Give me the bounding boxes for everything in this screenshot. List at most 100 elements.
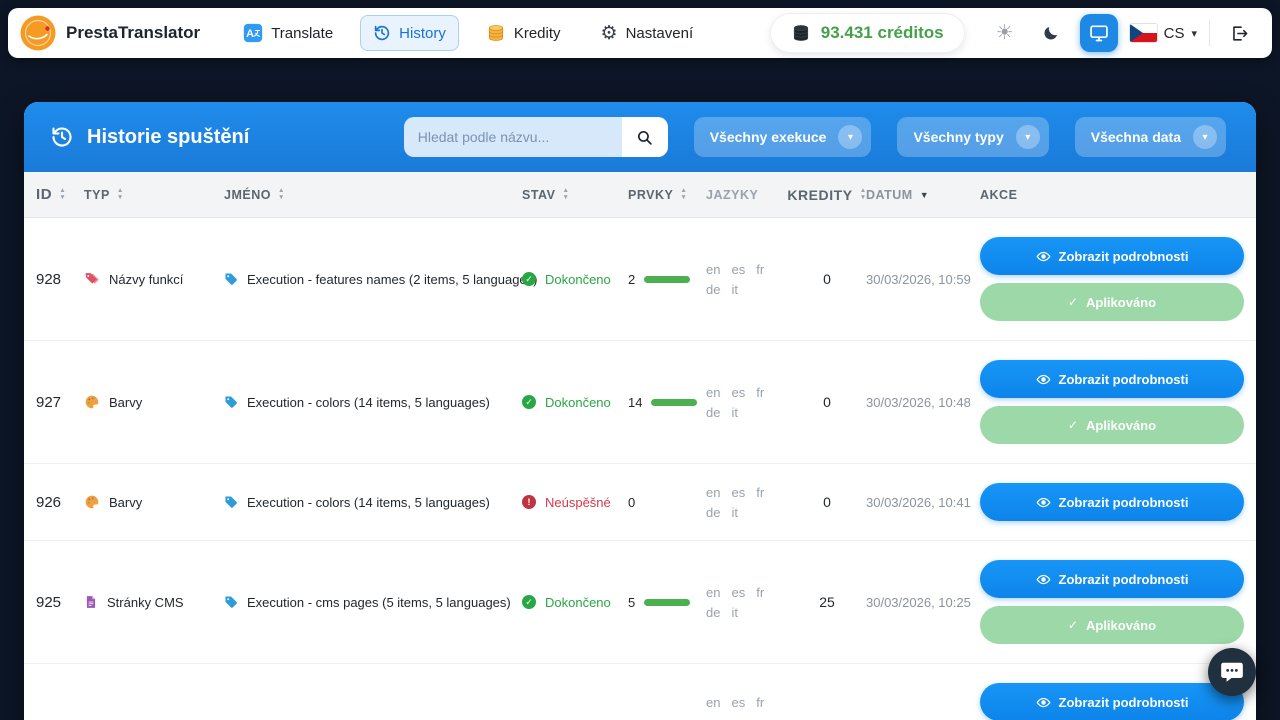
run-id: 926 — [36, 494, 84, 511]
view-details-label: Zobrazit podrobnosti — [1059, 249, 1189, 264]
translate-icon: A — [243, 23, 263, 43]
language-code: it — [731, 282, 738, 297]
column-header-name[interactable]: JMÉNO▲▼ — [224, 188, 522, 202]
filter-label: Všechny exekuce — [710, 129, 827, 145]
chat-icon — [1219, 659, 1245, 685]
divider — [1209, 20, 1210, 46]
applied-button[interactable]: ✓ Aplikováno — [980, 406, 1244, 444]
language-code: es — [731, 695, 745, 710]
chevron-down-icon: ▾ — [1016, 125, 1040, 149]
applied-button[interactable]: ✓ Aplikováno — [980, 606, 1244, 644]
filter-label: Všechna data — [1091, 129, 1181, 145]
column-header-date[interactable]: DATUM▼ — [866, 188, 980, 202]
column-header-actions: AKCE — [980, 188, 1244, 202]
filter-dates[interactable]: Všechna data ▾ — [1075, 117, 1226, 157]
filter-types[interactable]: Všechny typy ▾ — [897, 117, 1048, 157]
run-status: ✓ Dokončeno — [522, 272, 628, 287]
filter-executions[interactable]: Všechny exekuce ▾ — [694, 117, 872, 157]
language-code: en — [706, 585, 720, 600]
column-header-items[interactable]: PRVKY ▲▼ — [628, 188, 706, 202]
items-count: 2 — [628, 272, 706, 287]
run-date: 30/03/2026, 10:48 — [866, 395, 980, 410]
column-label: STAV — [522, 188, 555, 202]
items-count: 0 — [628, 495, 706, 510]
column-label: TYP — [84, 188, 110, 202]
history-icon — [373, 24, 391, 42]
language-code: it — [731, 505, 738, 520]
type-label: Barvy — [109, 495, 142, 510]
status-icon: ! — [522, 495, 536, 509]
run-name: Execution - colors (14 items, 5 language… — [224, 395, 522, 410]
credits-badge[interactable]: 93.431 créditos — [771, 14, 964, 52]
search-icon — [636, 129, 653, 146]
view-details-button[interactable]: Zobrazit podrobnosti — [980, 683, 1244, 720]
history-icon — [50, 125, 74, 149]
nav-item-kredity[interactable]: Kredity — [473, 14, 574, 52]
theme-light-button[interactable]: ☀ — [988, 16, 1022, 50]
column-label: DATUM — [866, 188, 913, 202]
language-code: es — [731, 585, 745, 600]
panel-title: Historie spuštění — [50, 125, 249, 149]
credits-used: 0 — [788, 394, 866, 410]
run-type: Barvy — [84, 494, 224, 510]
column-header-status[interactable]: STAV▲▼ — [522, 188, 628, 202]
tag-icon — [224, 272, 238, 286]
theme-dark-button[interactable] — [1034, 16, 1068, 50]
view-details-button[interactable]: Zobrazit podrobnosti — [980, 237, 1244, 275]
top-navbar: PrestaTranslator A Translate History Kre… — [8, 8, 1272, 58]
language-code: es — [731, 485, 745, 500]
run-type: Stránky CMS — [84, 595, 224, 610]
logout-button[interactable] — [1222, 16, 1256, 50]
brand-title: PrestaTranslator — [66, 23, 200, 43]
sort-icon: ▲▼ — [680, 188, 687, 202]
run-id: 928 — [36, 271, 84, 288]
search-input[interactable] — [404, 117, 622, 157]
chevron-down-icon: ▾ — [1191, 27, 1197, 40]
languages: enesfrdeit — [706, 485, 782, 520]
nav-item-translate[interactable]: A Translate — [230, 14, 346, 52]
view-details-button[interactable]: Zobrazit podrobnosti — [980, 483, 1244, 521]
languages: enesfr — [706, 695, 782, 710]
status-label: Neúspěšné — [545, 495, 611, 510]
panel-title-text: Historie spuštění — [87, 126, 249, 149]
row-actions: Zobrazit podrobnosti ✓ Aplikováno — [980, 237, 1244, 321]
table-row: 928 Názvy funkcí Execution - features na… — [24, 218, 1256, 341]
column-header-id[interactable]: ID▲▼ — [36, 186, 84, 203]
coins-icon — [486, 23, 506, 43]
applied-label: Aplikováno — [1086, 418, 1156, 433]
status-icon: ✓ — [522, 272, 536, 286]
svg-text:A: A — [246, 28, 254, 40]
run-status: ✓ Dokončeno — [522, 595, 628, 610]
column-label: PRVKY — [628, 188, 673, 202]
chat-button[interactable] — [1208, 648, 1256, 696]
credits-used: 0 — [788, 494, 866, 510]
table-row: 925 Stránky CMS Execution - cms pages (5… — [24, 541, 1256, 664]
view-details-button[interactable]: Zobrazit podrobnosti — [980, 360, 1244, 398]
prestatranslator-logo — [20, 15, 56, 51]
applied-label: Aplikováno — [1086, 618, 1156, 633]
column-label: AKCE — [980, 188, 1244, 202]
palette-icon — [84, 494, 100, 510]
nav-item-nastaveni[interactable]: ⚙ Nastavení — [588, 15, 707, 52]
cms-icon — [84, 595, 98, 609]
column-header-langs: JAZYKY — [706, 188, 782, 202]
language-code: fr — [756, 385, 764, 400]
table-row: 927 Barvy Execution - colors (14 items, … — [24, 341, 1256, 464]
column-header-type[interactable]: TYP▲▼ — [84, 188, 224, 202]
credits-used: 0 — [788, 271, 866, 287]
execution-name: Execution - features names (2 items, 5 l… — [247, 272, 537, 287]
search-button[interactable] — [622, 117, 668, 157]
run-date: 30/03/2026, 10:41 — [866, 495, 980, 510]
column-header-credits[interactable]: KREDITY▲▼ — [788, 187, 866, 203]
view-details-label: Zobrazit podrobnosti — [1059, 695, 1189, 710]
theme-system-button[interactable] — [1080, 14, 1118, 52]
nav-item-history[interactable]: History — [360, 15, 459, 51]
view-details-button[interactable]: Zobrazit podrobnosti — [980, 560, 1244, 598]
column-label: ID — [36, 186, 52, 203]
row-actions: Zobrazit podrobnosti — [980, 483, 1244, 521]
language-selector[interactable]: CS ▾ — [1130, 24, 1197, 42]
applied-button[interactable]: ✓ Aplikováno — [980, 283, 1244, 321]
credits-used: 25 — [788, 594, 866, 610]
view-details-label: Zobrazit podrobnosti — [1059, 372, 1189, 387]
nav-label: History — [399, 25, 446, 42]
